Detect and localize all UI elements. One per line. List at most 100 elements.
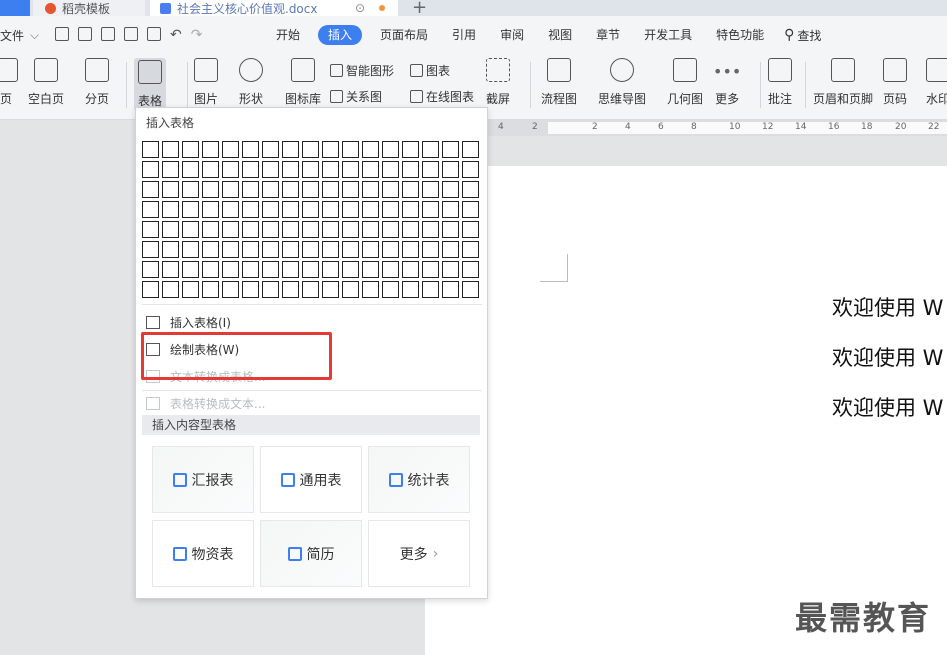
table-grid-cell[interactable] — [302, 141, 319, 158]
supplies-table-card[interactable]: 物资表 — [152, 520, 254, 587]
table-grid-cell[interactable] — [222, 141, 239, 158]
undo-icon[interactable]: ↶ — [170, 27, 182, 43]
table-grid-cell[interactable] — [422, 201, 439, 218]
table-grid-cell[interactable] — [302, 241, 319, 258]
table-grid-cell[interactable] — [342, 221, 359, 238]
table-grid-cell[interactable] — [462, 181, 479, 198]
pin-icon[interactable]: ⊙ — [355, 1, 365, 15]
table-grid-cell[interactable] — [182, 161, 199, 178]
shape-button[interactable]: 形状 — [239, 58, 263, 107]
table-grid-cell[interactable] — [282, 221, 299, 238]
table-grid-cell[interactable] — [442, 201, 459, 218]
table-grid-cell[interactable] — [382, 221, 399, 238]
table-grid-cell[interactable] — [242, 141, 259, 158]
table-grid-cell[interactable] — [262, 221, 279, 238]
table-grid-cell[interactable] — [162, 261, 179, 278]
tab-home[interactable] — [0, 0, 30, 16]
table-grid-cell[interactable] — [362, 161, 379, 178]
table-grid-cell[interactable] — [382, 241, 399, 258]
table-grid-cell[interactable] — [182, 241, 199, 258]
table-grid-cell[interactable] — [302, 261, 319, 278]
table-grid-cell[interactable] — [142, 221, 159, 238]
table-grid-cell[interactable] — [462, 241, 479, 258]
table-grid-cell[interactable] — [202, 161, 219, 178]
more-templates-card[interactable]: 更多 › — [368, 520, 470, 587]
table-grid-cell[interactable] — [402, 141, 419, 158]
tab-review[interactable]: 审阅 — [488, 25, 536, 45]
more-button[interactable]: ••• 更多 — [713, 58, 741, 107]
table-grid-cell[interactable] — [262, 261, 279, 278]
table-grid-cell[interactable] — [162, 281, 179, 298]
table-grid-cell[interactable] — [182, 261, 199, 278]
table-grid-cell[interactable] — [402, 181, 419, 198]
doc-line[interactable]: 欢迎使用 W — [832, 392, 943, 422]
online-chart-button[interactable]: 在线图表 — [410, 88, 474, 105]
table-grid-cell[interactable] — [242, 201, 259, 218]
print-preview-icon[interactable] — [147, 27, 161, 41]
file-menu[interactable]: 文件 ⌵ — [0, 16, 39, 54]
table-grid-cell[interactable] — [282, 281, 299, 298]
table-grid-cell[interactable] — [342, 241, 359, 258]
table-grid-cell[interactable] — [142, 261, 159, 278]
table-grid-cell[interactable] — [242, 181, 259, 198]
table-grid-cell[interactable] — [242, 241, 259, 258]
table-grid-cell[interactable] — [162, 221, 179, 238]
table-grid-cell[interactable] — [202, 181, 219, 198]
table-grid-cell[interactable] — [422, 161, 439, 178]
table-grid-cell[interactable] — [422, 141, 439, 158]
tab-developer[interactable]: 开发工具 — [632, 25, 704, 45]
insert-table-item[interactable]: 插入表格(I) — [146, 314, 231, 331]
table-grid-cell[interactable] — [462, 161, 479, 178]
table-grid-cell[interactable] — [442, 281, 459, 298]
doc-line[interactable]: 欢迎使用 W — [832, 342, 943, 372]
chart-button[interactable]: 图表 — [410, 62, 450, 79]
table-grid-cell[interactable] — [222, 181, 239, 198]
table-grid-cell[interactable] — [342, 201, 359, 218]
table-grid-cell[interactable] — [422, 221, 439, 238]
geometry-button[interactable]: 几何图 — [667, 58, 703, 107]
table-grid-cell[interactable] — [362, 181, 379, 198]
table-grid-cell[interactable] — [202, 261, 219, 278]
open-icon[interactable] — [55, 27, 69, 41]
tab-insert[interactable]: 插入 — [318, 25, 363, 45]
table-grid-cell[interactable] — [202, 201, 219, 218]
table-grid-cell[interactable] — [362, 201, 379, 218]
table-grid-cell[interactable] — [202, 281, 219, 298]
table-grid-cell[interactable] — [402, 221, 419, 238]
table-grid-cell[interactable] — [142, 201, 159, 218]
table-grid-cell[interactable] — [262, 201, 279, 218]
table-grid-cell[interactable] — [282, 241, 299, 258]
table-grid-cell[interactable] — [222, 261, 239, 278]
table-grid-cell[interactable] — [342, 261, 359, 278]
table-grid-cell[interactable] — [302, 181, 319, 198]
table-grid-cell[interactable] — [262, 281, 279, 298]
table-grid-cell[interactable] — [262, 141, 279, 158]
search-button[interactable]: ⚲ 查找 — [784, 27, 821, 44]
table-grid-cell[interactable] — [282, 261, 299, 278]
horizontal-ruler[interactable]: 4 2 2 4 6 8 10 12 14 16 18 20 22 — [488, 120, 947, 136]
tab-references[interactable]: 引用 — [440, 25, 488, 45]
table-grid-cell[interactable] — [142, 281, 159, 298]
table-grid-cell[interactable] — [342, 281, 359, 298]
table-grid-cell[interactable] — [182, 221, 199, 238]
table-grid-cell[interactable] — [422, 261, 439, 278]
resume-card[interactable]: 简历 — [260, 520, 362, 587]
table-grid-cell[interactable] — [302, 281, 319, 298]
table-grid-cell[interactable] — [222, 221, 239, 238]
table-grid-cell[interactable] — [382, 261, 399, 278]
table-grid-cell[interactable] — [182, 181, 199, 198]
table-grid-cell[interactable] — [402, 261, 419, 278]
table-button[interactable]: 表格 — [134, 58, 167, 111]
doc-line[interactable]: 欢迎使用 W — [832, 292, 943, 322]
table-grid-cell[interactable] — [282, 141, 299, 158]
comment-button[interactable]: 批注 — [768, 58, 792, 107]
table-grid-cell[interactable] — [162, 161, 179, 178]
blank-page-button[interactable]: 空白页 — [28, 58, 64, 107]
table-grid-cell[interactable] — [282, 201, 299, 218]
table-grid-cell[interactable] — [362, 281, 379, 298]
page-button[interactable]: 页 — [0, 58, 18, 107]
table-grid-cell[interactable] — [422, 281, 439, 298]
tab-page-layout[interactable]: 页面布局 — [368, 25, 440, 45]
table-grid-cell[interactable] — [362, 221, 379, 238]
table-grid-cell[interactable] — [442, 141, 459, 158]
